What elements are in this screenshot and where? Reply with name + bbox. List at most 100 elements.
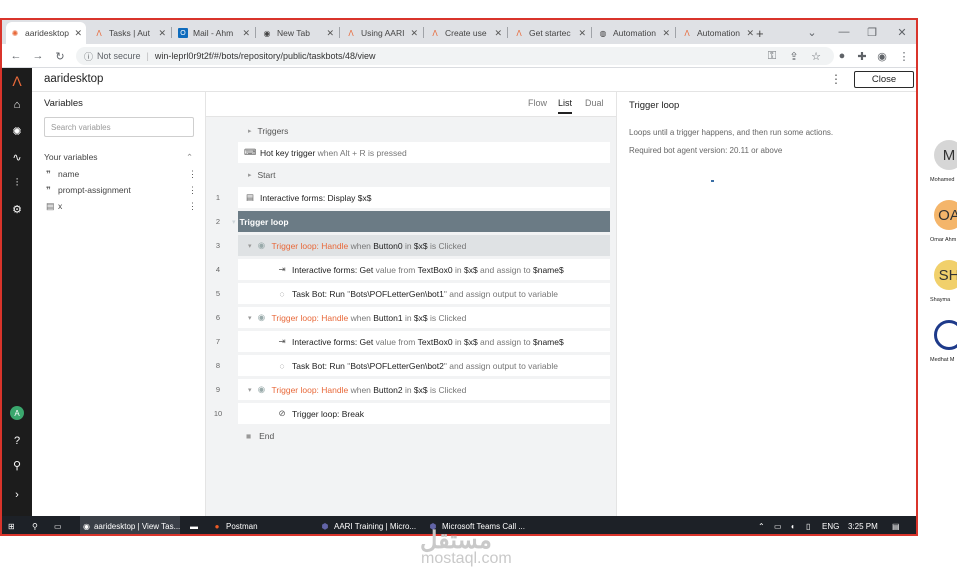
action-row[interactable]: 3 ▾ ◉ Trigger loop: Handle when Button0 in … (216, 235, 610, 256)
taskbar-item[interactable]: ◉ aaridesktop | View Tas... (80, 516, 180, 534)
search-icon[interactable]: ⚲ (32, 516, 38, 534)
extension-avatar-icon[interactable]: ● (834, 48, 850, 64)
more-options-icon[interactable]: ⋮ (830, 72, 842, 86)
bot-agent-icon[interactable]: ⚲ (8, 456, 26, 474)
task-view-icon[interactable]: ▭ (54, 516, 62, 534)
close-icon[interactable]: ✕ (74, 28, 82, 39)
tab-aaridesktop[interactable]: ✺ aaridesktop ✕ (6, 22, 86, 44)
action-row[interactable]: 10 ⊘ Trigger loop: Break (214, 403, 610, 424)
participant-avatar[interactable] (934, 320, 957, 350)
variable-menu-icon[interactable]: ⋮ (188, 169, 197, 180)
close-icon[interactable]: ✕ (158, 28, 166, 39)
volume-icon[interactable]: ◖ (790, 516, 795, 534)
bookmark-star-icon[interactable]: ☆ (808, 48, 824, 64)
triggers-row[interactable]: ▸ Triggers (238, 120, 610, 141)
tab-dual[interactable]: Dual (585, 98, 604, 108)
profile-icon[interactable]: ◉ (874, 48, 890, 64)
restore-icon[interactable]: ❐ (864, 24, 880, 40)
minimize-icon[interactable]: — (836, 24, 852, 40)
action-row[interactable]: 4 ⇥ Interactive forms: Get value from Text… (216, 259, 610, 280)
expand-rail-icon[interactable]: › (8, 486, 26, 504)
participant-avatar[interactable]: OA (934, 200, 957, 230)
automation-anywhere-logo-icon[interactable]: Λ (8, 72, 26, 90)
variable-item[interactable]: ❞ name ⋮ (46, 167, 197, 181)
action-row[interactable]: 7 ⇥ Interactive forms: Get value from Text… (216, 331, 610, 352)
action-text: when (348, 384, 374, 395)
action-text: " and assign output to variable (443, 360, 558, 371)
tab-create-use[interactable]: Λ Create use ✕ (426, 22, 506, 44)
close-icon[interactable]: ✕ (326, 28, 334, 39)
url-bar[interactable]: ⓘ Not secure | win-leprl0r9t2f/#/bots/re… (76, 47, 834, 65)
action-text: is Clicked (427, 384, 467, 395)
your-variables-header[interactable]: Your variables ⌃ (44, 152, 193, 162)
action-row[interactable]: 8 ◌ Task Bot: Run " Bots\POFLetterGen\bot2 "… (216, 355, 610, 376)
variable-item[interactable]: ❞ prompt-assignment ⋮ (46, 183, 197, 197)
chevron-down-icon[interactable]: ▾ (232, 218, 236, 226)
tab-search-icon[interactable]: ⌄ (804, 24, 820, 40)
notifications-icon[interactable]: ▤ (892, 516, 900, 534)
close-icon[interactable]: ✕ (494, 28, 502, 39)
variable-menu-icon[interactable]: ⋮ (188, 185, 197, 196)
settings-gear-icon[interactable]: ⚙ (8, 200, 26, 218)
new-tab-button[interactable]: + (752, 22, 770, 44)
tab-mail[interactable]: O Mail - Ahm ✕ (174, 22, 254, 44)
browser-menu-icon[interactable]: ⋮ (896, 48, 912, 64)
tab-automation-2[interactable]: Λ Automation ✕ (678, 22, 758, 44)
action-row[interactable]: 6 ▾ ◉ Trigger loop: Handle when Button1 in … (216, 307, 610, 328)
close-icon[interactable]: ✕ (578, 28, 586, 39)
home-icon[interactable]: ⌂ (8, 96, 26, 114)
tab-list[interactable]: List (558, 98, 573, 114)
language-indicator[interactable]: ENG (822, 516, 839, 534)
close-icon[interactable]: ✕ (662, 28, 670, 39)
extensions-puzzle-icon[interactable]: ✚ (854, 48, 870, 64)
network-icon[interactable]: ▯ (806, 516, 810, 534)
tab-automation-1[interactable]: ◍ Automation ✕ (594, 22, 674, 44)
manage-icon[interactable]: ⫶ (8, 174, 26, 192)
clock[interactable]: 3:25 PM (848, 516, 878, 534)
window-close-icon[interactable]: ✕ (894, 24, 910, 40)
tab-get-started[interactable]: Λ Get startec ✕ (510, 22, 590, 44)
bot-title: aaridesktop (44, 73, 104, 85)
end-row[interactable]: ■ End (238, 425, 610, 446)
back-icon[interactable]: ← (8, 48, 24, 64)
reload-icon[interactable]: ↻ (52, 48, 68, 64)
battery-icon[interactable]: ▭ (774, 516, 782, 534)
tab-tasks[interactable]: Λ Tasks | Aut ✕ (90, 22, 170, 44)
line-number: 10 (213, 409, 223, 418)
bots-icon[interactable]: ✺ (8, 122, 26, 140)
chevron-down-icon[interactable]: ▾ (248, 314, 252, 322)
windows-start-icon[interactable]: ⊞ (8, 516, 15, 534)
share-icon[interactable]: ⇪ (786, 48, 802, 64)
start-row[interactable]: ▸ Start (238, 164, 610, 185)
tab-using-aari[interactable]: Λ Using AARI ✕ (342, 22, 422, 44)
help-icon[interactable]: ? (8, 432, 26, 450)
close-icon[interactable]: ✕ (410, 28, 418, 39)
participant-avatar[interactable]: SH (934, 260, 957, 290)
tray-chevron-icon[interactable]: ⌃ (758, 516, 765, 534)
chevron-down-icon[interactable]: ▾ (248, 242, 252, 250)
action-row[interactable]: 2 ▾ Trigger loop (216, 211, 610, 232)
participant-avatar[interactable]: M (934, 140, 957, 170)
close-icon[interactable]: ✕ (242, 28, 250, 39)
action-row[interactable]: 1 ▤ Interactive forms: Display $x$ (216, 187, 610, 208)
close-button[interactable]: Close (854, 71, 914, 88)
tab-new-tab[interactable]: ◉ New Tab ✕ (258, 22, 338, 44)
search-variables-input[interactable]: Search variables (44, 117, 194, 137)
variable-item[interactable]: ▤ x ⋮ (46, 199, 197, 213)
file-explorer-icon[interactable]: ▬ (190, 516, 198, 534)
action-row[interactable]: 9 ▾ ◉ Trigger loop: Handle when Button2 in … (216, 379, 610, 400)
activity-icon[interactable]: ∿ (8, 148, 26, 166)
automation-anywhere-icon: Λ (516, 28, 522, 38)
taskbar-item[interactable]: ⬢ AARI Training | Micro... (320, 516, 417, 534)
tab-flow[interactable]: Flow (528, 98, 547, 108)
action-row[interactable]: 5 ◌ Task Bot: Run " Bots\POFLetterGen\bot1 "… (216, 283, 610, 304)
variable-menu-icon[interactable]: ⋮ (188, 201, 197, 212)
taskbar-item[interactable]: ● Postman (212, 516, 258, 534)
hotkey-trigger-row[interactable]: ⌨ Hot key trigger when Alt + R is presse… (238, 142, 610, 163)
chevron-down-icon[interactable]: ▾ (248, 386, 252, 394)
action-text: when (348, 240, 374, 251)
forward-icon[interactable]: → (30, 48, 46, 64)
eye-icon: ◉ (257, 384, 266, 394)
user-avatar-icon[interactable]: A (10, 406, 24, 420)
key-icon[interactable]: ⚿ (764, 48, 780, 64)
